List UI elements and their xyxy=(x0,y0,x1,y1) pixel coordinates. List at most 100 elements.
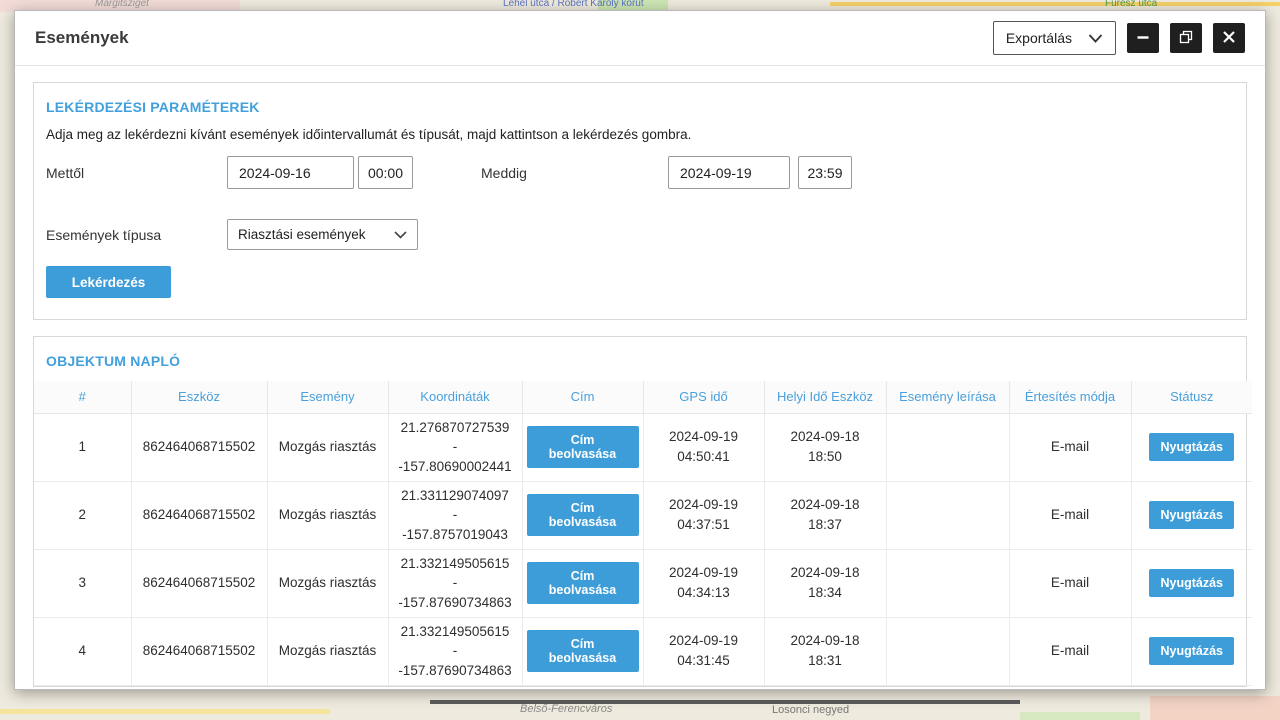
gps-time: 04:50:41 xyxy=(648,447,760,467)
col-header-num: # xyxy=(34,381,131,413)
map-road xyxy=(430,700,1020,704)
ack-button[interactable]: Nyugtázás xyxy=(1149,637,1234,665)
coordinate-lon: -157.87690734863 xyxy=(393,593,518,613)
coordinate-separator: - xyxy=(393,505,518,525)
map-area-residential xyxy=(1150,696,1280,720)
cell-num: 4 xyxy=(34,617,131,685)
col-header-address: Cím xyxy=(522,381,643,413)
local-date: 2024-09-18 xyxy=(769,427,882,447)
export-dropdown-button[interactable]: Exportálás xyxy=(993,21,1116,55)
event-type-select[interactable]: Riasztási események xyxy=(227,219,418,250)
col-header-coordinates: Koordináták xyxy=(388,381,522,413)
to-time-input[interactable] xyxy=(798,156,852,189)
event-type-row: Események típusa Riasztási események xyxy=(34,219,1246,250)
cell-coordinates: 21.332149505615 - -157.87690734863 xyxy=(388,617,522,685)
cell-description xyxy=(886,413,1009,481)
cell-num: 3 xyxy=(34,549,131,617)
map-area-park xyxy=(1020,712,1140,720)
close-icon xyxy=(1222,30,1236,47)
minimize-icon xyxy=(1136,30,1150,47)
local-date: 2024-09-18 xyxy=(769,495,882,515)
gps-date: 2024-09-19 xyxy=(648,427,760,447)
local-time: 18:37 xyxy=(769,515,882,535)
coordinate-lon: -157.8757019043 xyxy=(393,525,518,545)
to-date-input[interactable] xyxy=(668,156,790,189)
coordinate-separator: - xyxy=(393,641,518,661)
cell-status: Nyugtázás xyxy=(1131,481,1252,549)
cell-status: Nyugtázás xyxy=(1131,549,1252,617)
cell-event: Mozgás riasztás xyxy=(267,549,388,617)
local-time: 18:34 xyxy=(769,583,882,603)
ack-button[interactable]: Nyugtázás xyxy=(1149,501,1234,529)
cell-coordinates: 21.332149505615 - -157.87690734863 xyxy=(388,549,522,617)
object-log-panel: OBJEKTUM NAPLÓ # Eszköz Esemény Koordiná… xyxy=(33,336,1247,687)
local-date: 2024-09-18 xyxy=(769,631,882,651)
cell-event: Mozgás riasztás xyxy=(267,481,388,549)
gps-date: 2024-09-19 xyxy=(648,631,760,651)
ack-button[interactable]: Nyugtázás xyxy=(1149,433,1234,461)
cell-coordinates: 21.331129074097 - -157.8757019043 xyxy=(388,481,522,549)
coordinate-lat: 21.332149505615 xyxy=(393,622,518,642)
table-row: 3 862464068715502 Mozgás riasztás 21.332… xyxy=(34,549,1252,617)
cell-address: Cím beolvasása xyxy=(522,617,643,685)
address-lookup-button[interactable]: Cím beolvasása xyxy=(527,426,639,468)
restore-icon xyxy=(1179,30,1193,47)
cell-device: 862464068715502 xyxy=(131,617,267,685)
coordinate-lon: -157.87690734863 xyxy=(393,661,518,681)
from-time-input[interactable] xyxy=(358,156,413,189)
window-title: Események xyxy=(35,28,993,48)
col-header-notify: Értesítés módja xyxy=(1009,381,1131,413)
minimize-button[interactable] xyxy=(1127,23,1159,53)
query-button[interactable]: Lekérdezés xyxy=(46,266,171,298)
cell-event: Mozgás riasztás xyxy=(267,617,388,685)
event-type-label: Események típusa xyxy=(46,227,227,243)
cell-num: 1 xyxy=(34,413,131,481)
map-label: Belső-Ferencváros xyxy=(520,703,612,715)
cell-status: Nyugtázás xyxy=(1131,617,1252,685)
coordinate-separator: - xyxy=(393,573,518,593)
map-road xyxy=(0,709,330,714)
col-header-gps-time: GPS idő xyxy=(643,381,764,413)
col-header-description: Esemény leírása xyxy=(886,381,1009,413)
map-label: Fürész utca xyxy=(1105,0,1157,9)
coordinate-lat: 21.331129074097 xyxy=(393,486,518,506)
cell-num: 2 xyxy=(34,481,131,549)
events-table: # Eszköz Esemény Koordináták Cím GPS idő… xyxy=(34,381,1252,686)
map-label: Lehel utca / Róbert Károly körút xyxy=(503,0,644,9)
cell-local-time: 2024-09-18 18:34 xyxy=(764,549,886,617)
restore-button[interactable] xyxy=(1170,23,1202,53)
cell-event: Mozgás riasztás xyxy=(267,413,388,481)
local-date: 2024-09-18 xyxy=(769,563,882,583)
cell-gps-time: 2024-09-19 04:31:45 xyxy=(643,617,764,685)
query-section-title: LEKÉRDEZÉSI PARAMÉTEREK xyxy=(46,99,1234,115)
to-label: Meddig xyxy=(481,165,668,181)
address-lookup-button[interactable]: Cím beolvasása xyxy=(527,630,639,672)
query-description: Adja meg az lekérdezni kívánt események … xyxy=(46,127,1234,142)
address-lookup-button[interactable]: Cím beolvasása xyxy=(527,562,639,604)
col-header-local-time: Helyi Idő Eszköz xyxy=(764,381,886,413)
address-lookup-button[interactable]: Cím beolvasása xyxy=(527,494,639,536)
col-header-status: Státusz xyxy=(1131,381,1252,413)
map-road xyxy=(830,2,1280,6)
ack-button[interactable]: Nyugtázás xyxy=(1149,569,1234,597)
cell-description xyxy=(886,549,1009,617)
chevron-down-icon xyxy=(1088,30,1103,46)
from-label: Mettől xyxy=(46,165,227,181)
cell-notify: E-mail xyxy=(1009,549,1131,617)
titlebar-controls: Exportálás xyxy=(993,21,1245,55)
col-header-event: Esemény xyxy=(267,381,388,413)
cell-address: Cím beolvasása xyxy=(522,481,643,549)
map-label: Margitsziget xyxy=(95,0,149,9)
log-section-title: OBJEKTUM NAPLÓ xyxy=(46,353,1234,369)
cell-gps-time: 2024-09-19 04:34:13 xyxy=(643,549,764,617)
cell-description xyxy=(886,617,1009,685)
cell-address: Cím beolvasása xyxy=(522,549,643,617)
cell-local-time: 2024-09-18 18:31 xyxy=(764,617,886,685)
local-time: 18:31 xyxy=(769,651,882,671)
close-button[interactable] xyxy=(1213,23,1245,53)
from-date-input[interactable] xyxy=(227,156,354,189)
chevron-down-icon xyxy=(394,227,407,242)
cell-notify: E-mail xyxy=(1009,413,1131,481)
event-type-value: Riasztási események xyxy=(238,227,366,242)
cell-gps-time: 2024-09-19 04:50:41 xyxy=(643,413,764,481)
